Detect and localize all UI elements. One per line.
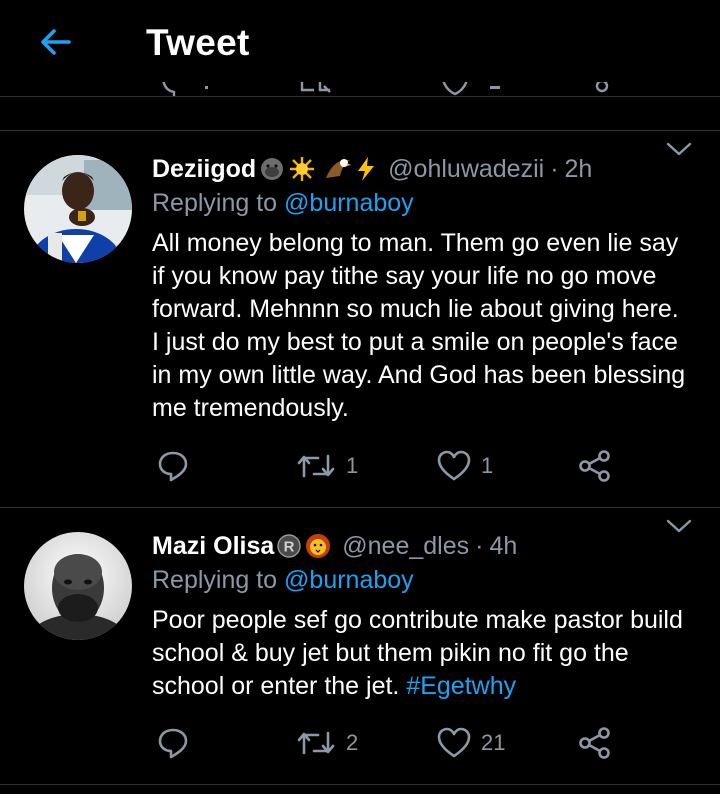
retweet-icon: [297, 731, 335, 755]
separator-dot: ·: [550, 154, 559, 183]
heart-icon: [437, 727, 471, 758]
registered-emoji-icon: R: [276, 533, 302, 559]
avatar[interactable]: [24, 532, 132, 640]
lightning-emoji-icon: [354, 156, 378, 182]
sun-emoji-icon: [288, 156, 316, 182]
divider: [0, 784, 720, 785]
share-button[interactable]: [578, 449, 612, 483]
page-title: Tweet: [146, 22, 250, 63]
tweet-card[interactable]: Mazi Olisa R @nee_dles · 4h Replying to …: [0, 508, 720, 784]
tweet-menu-button[interactable]: [666, 518, 692, 539]
timestamp[interactable]: 4h: [489, 532, 517, 561]
replying-to: Replying to @burnaboy: [152, 189, 690, 221]
replying-prefix: Replying to: [152, 189, 278, 217]
eagle-emoji-icon: [324, 156, 352, 182]
retweet-button[interactable]: 2: [296, 726, 358, 760]
retweet-count: 2: [346, 730, 359, 755]
timestamp[interactable]: 2h: [565, 155, 593, 184]
chevron-down-icon: [666, 142, 692, 156]
username-handle[interactable]: @ohluwadezii: [388, 155, 544, 184]
mention-link[interactable]: @burnaboy: [284, 189, 414, 217]
mention-link[interactable]: @burnaboy: [284, 566, 414, 594]
tweet-text: All money belong to man. Them go even li…: [152, 229, 686, 422]
reply-icon: [158, 451, 188, 482]
tweet-actions: 2 21: [152, 726, 632, 760]
tweet-card[interactable]: Deziigod @ohluwadezii · 2h Replying to @…: [0, 131, 720, 507]
share-button[interactable]: [578, 726, 612, 760]
display-name[interactable]: Deziigod: [152, 155, 256, 184]
retweet-count: 1: [346, 453, 359, 478]
top-app-bar: Tweet: [0, 0, 720, 96]
reply-button[interactable]: [156, 449, 190, 483]
like-count: 1: [481, 453, 494, 478]
share-icon: [595, 82, 609, 93]
previous-tweet-count: [205, 86, 208, 89]
avatar[interactable]: [24, 155, 132, 263]
tweet-header: Deziigod @ohluwadezii · 2h: [152, 153, 690, 185]
arrow-left-icon: [41, 29, 71, 55]
lion-emoji-icon: [304, 533, 332, 559]
divider: [0, 96, 720, 97]
tweet-header: Mazi Olisa R @nee_dles · 4h: [152, 530, 690, 562]
like-button[interactable]: 21: [437, 726, 505, 760]
gorilla-emoji-icon: [258, 156, 286, 182]
replying-prefix: Replying to: [152, 566, 278, 594]
retweet-icon: [300, 82, 331, 93]
username-handle[interactable]: @nee_dles: [342, 532, 469, 561]
hashtag-link[interactable]: #Egetwhy: [406, 672, 516, 700]
separator-dot: ·: [475, 531, 484, 560]
tweet-text: Poor people sef go contribute make pasto…: [152, 604, 690, 703]
reply-icon: [162, 82, 176, 96]
like-icon: [442, 82, 468, 96]
reply-button[interactable]: [156, 726, 190, 760]
heart-icon: [437, 450, 471, 481]
like-count: 21: [481, 730, 506, 755]
share-icon: [579, 727, 610, 759]
reply-icon: [158, 728, 188, 759]
retweet-icon: [297, 454, 335, 478]
back-button[interactable]: [36, 22, 76, 62]
retweet-button[interactable]: 1: [296, 449, 358, 483]
replying-to: Replying to @burnaboy: [152, 566, 690, 598]
previous-tweet-actions: [0, 82, 720, 96]
svg-text:R: R: [284, 539, 295, 556]
share-icon: [579, 450, 610, 482]
tweet-actions: 1 1: [152, 449, 632, 483]
like-button[interactable]: 1: [437, 449, 493, 483]
previous-tweet-count: [490, 86, 500, 89]
tweet-menu-button[interactable]: [666, 141, 692, 162]
display-name[interactable]: Mazi Olisa: [152, 532, 274, 561]
chevron-down-icon: [666, 519, 692, 533]
